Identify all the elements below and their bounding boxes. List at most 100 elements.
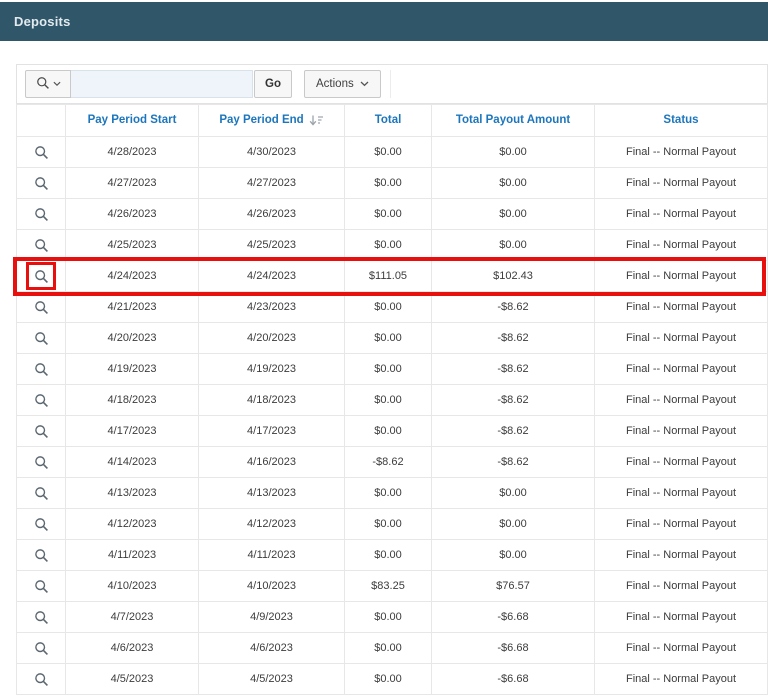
cell-status: Final -- Normal Payout: [594, 384, 768, 416]
chevron-down-icon: [52, 78, 61, 90]
cell-status: Final -- Normal Payout: [594, 198, 768, 230]
column-header-label: Pay Period Start: [87, 114, 177, 127]
cell-payout: $0.00: [431, 477, 595, 509]
deposits-report: Pay Period Start Pay Period End Total Tota…: [16, 104, 768, 695]
cell-start: 4/18/2023: [65, 384, 199, 416]
row-detail-magnifier-icon[interactable]: [30, 265, 52, 287]
cell-end: 4/26/2023: [198, 198, 345, 230]
column-header-payout[interactable]: Total Payout Amount: [431, 104, 595, 137]
table-row: 4/25/2023 4/25/2023 $0.00 $0.00 Final -- Nor…: [16, 229, 768, 261]
row-detail-magnifier-icon[interactable]: [30, 606, 52, 628]
page-title: Deposits: [14, 14, 71, 29]
row-icon-cell: [16, 570, 66, 602]
cell-end: 4/23/2023: [198, 291, 345, 323]
row-detail-magnifier-icon[interactable]: [30, 513, 52, 535]
row-detail-magnifier-icon[interactable]: [30, 203, 52, 225]
row-icon-cell: [16, 446, 66, 478]
row-icon-cell: [16, 539, 66, 571]
table-row: 4/26/2023 4/26/2023 $0.00 $0.00 Final -- Nor…: [16, 198, 768, 230]
cell-start: 4/7/2023: [65, 601, 199, 633]
cell-status: Final -- Normal Payout: [594, 167, 768, 199]
column-header-status[interactable]: Status: [594, 104, 768, 137]
cell-status: Final -- Normal Payout: [594, 229, 768, 261]
cell-payout: $0.00: [431, 508, 595, 540]
sort-desc-icon: [309, 115, 324, 127]
table-row: 4/6/2023 4/6/2023 $0.00 -$6.68 Final -- Norm…: [16, 632, 768, 664]
cell-start: 4/6/2023: [65, 632, 199, 664]
row-detail-magnifier-icon[interactable]: [30, 296, 52, 318]
cell-payout: -$8.62: [431, 384, 595, 416]
column-header-blank: [16, 104, 66, 137]
table-row: 4/24/2023 4/24/2023 $111.05 $102.43 Final --…: [16, 260, 768, 292]
cell-end: 4/12/2023: [198, 508, 345, 540]
column-header-end[interactable]: Pay Period End: [198, 104, 345, 137]
cell-payout: -$6.68: [431, 601, 595, 633]
row-detail-magnifier-icon[interactable]: [30, 389, 52, 411]
go-button[interactable]: Go: [254, 70, 292, 98]
row-icon-cell: [16, 198, 66, 230]
cell-payout: $0.00: [431, 229, 595, 261]
cell-start: 4/10/2023: [65, 570, 199, 602]
search-dropdown-button[interactable]: [25, 70, 71, 98]
table-row: 4/11/2023 4/11/2023 $0.00 $0.00 Final -- Nor…: [16, 539, 768, 571]
table-row: 4/27/2023 4/27/2023 $0.00 $0.00 Final -- Nor…: [16, 167, 768, 199]
search-toolbar: Go Actions: [16, 64, 768, 104]
cell-start: 4/28/2023: [65, 136, 199, 168]
cell-total: -$8.62: [344, 446, 432, 478]
cell-total: $0.00: [344, 291, 432, 323]
table-row: 4/14/2023 4/16/2023 -$8.62 -$8.62 Final -- N…: [16, 446, 768, 478]
column-header-total[interactable]: Total: [344, 104, 432, 137]
cell-start: 4/17/2023: [65, 415, 199, 447]
table-row: 4/7/2023 4/9/2023 $0.00 -$6.68 Final -- Norm…: [16, 601, 768, 633]
table-row: 4/28/2023 4/30/2023 $0.00 $0.00 Final -- Nor…: [16, 136, 768, 168]
row-detail-magnifier-icon[interactable]: [30, 451, 52, 473]
cell-status: Final -- Normal Payout: [594, 353, 768, 385]
cell-end: 4/10/2023: [198, 570, 345, 602]
row-detail-magnifier-icon[interactable]: [30, 420, 52, 442]
cell-end: 4/30/2023: [198, 136, 345, 168]
cell-total: $0.00: [344, 508, 432, 540]
chevron-down-icon: [360, 78, 369, 90]
row-detail-magnifier-icon[interactable]: [30, 482, 52, 504]
row-detail-magnifier-icon[interactable]: [30, 637, 52, 659]
cell-status: Final -- Normal Payout: [594, 446, 768, 478]
actions-button[interactable]: Actions: [304, 70, 381, 98]
row-detail-magnifier-icon[interactable]: [30, 544, 52, 566]
cell-total: $0.00: [344, 663, 432, 695]
column-header-label: Pay Period End: [219, 114, 304, 127]
cell-total: $0.00: [344, 384, 432, 416]
row-detail-magnifier-icon[interactable]: [30, 172, 52, 194]
row-detail-magnifier-icon[interactable]: [30, 358, 52, 380]
row-detail-magnifier-icon[interactable]: [30, 141, 52, 163]
cell-status: Final -- Normal Payout: [594, 508, 768, 540]
cell-end: 4/17/2023: [198, 415, 345, 447]
row-icon-cell: [16, 229, 66, 261]
row-icon-cell: [16, 322, 66, 354]
region-header: Deposits: [0, 2, 768, 41]
column-header-start[interactable]: Pay Period Start: [65, 104, 199, 137]
row-detail-magnifier-icon[interactable]: [30, 234, 52, 256]
cell-start: 4/21/2023: [65, 291, 199, 323]
cell-payout: $0.00: [431, 136, 595, 168]
cell-start: 4/25/2023: [65, 229, 199, 261]
row-icon-cell: [16, 136, 66, 168]
cell-total: $0.00: [344, 477, 432, 509]
cell-status: Final -- Normal Payout: [594, 632, 768, 664]
table-header-row: Pay Period Start Pay Period End Total Tota…: [16, 104, 768, 137]
search-input[interactable]: [71, 70, 253, 98]
cell-payout: -$8.62: [431, 415, 595, 447]
cell-status: Final -- Normal Payout: [594, 601, 768, 633]
row-icon-cell: [16, 601, 66, 633]
cell-start: 4/27/2023: [65, 167, 199, 199]
row-detail-magnifier-icon[interactable]: [30, 668, 52, 690]
cell-end: 4/27/2023: [198, 167, 345, 199]
cell-total: $0.00: [344, 415, 432, 447]
cell-payout: -$8.62: [431, 446, 595, 478]
column-header-label: Total Payout Amount: [455, 114, 571, 127]
row-detail-magnifier-icon[interactable]: [30, 327, 52, 349]
table-row: 4/10/2023 4/10/2023 $83.25 $76.57 Final -- N…: [16, 570, 768, 602]
row-detail-magnifier-icon[interactable]: [30, 575, 52, 597]
row-icon-cell: [16, 260, 66, 292]
row-icon-cell: [16, 167, 66, 199]
deposits-table: Pay Period Start Pay Period End Total Tota…: [16, 104, 768, 695]
